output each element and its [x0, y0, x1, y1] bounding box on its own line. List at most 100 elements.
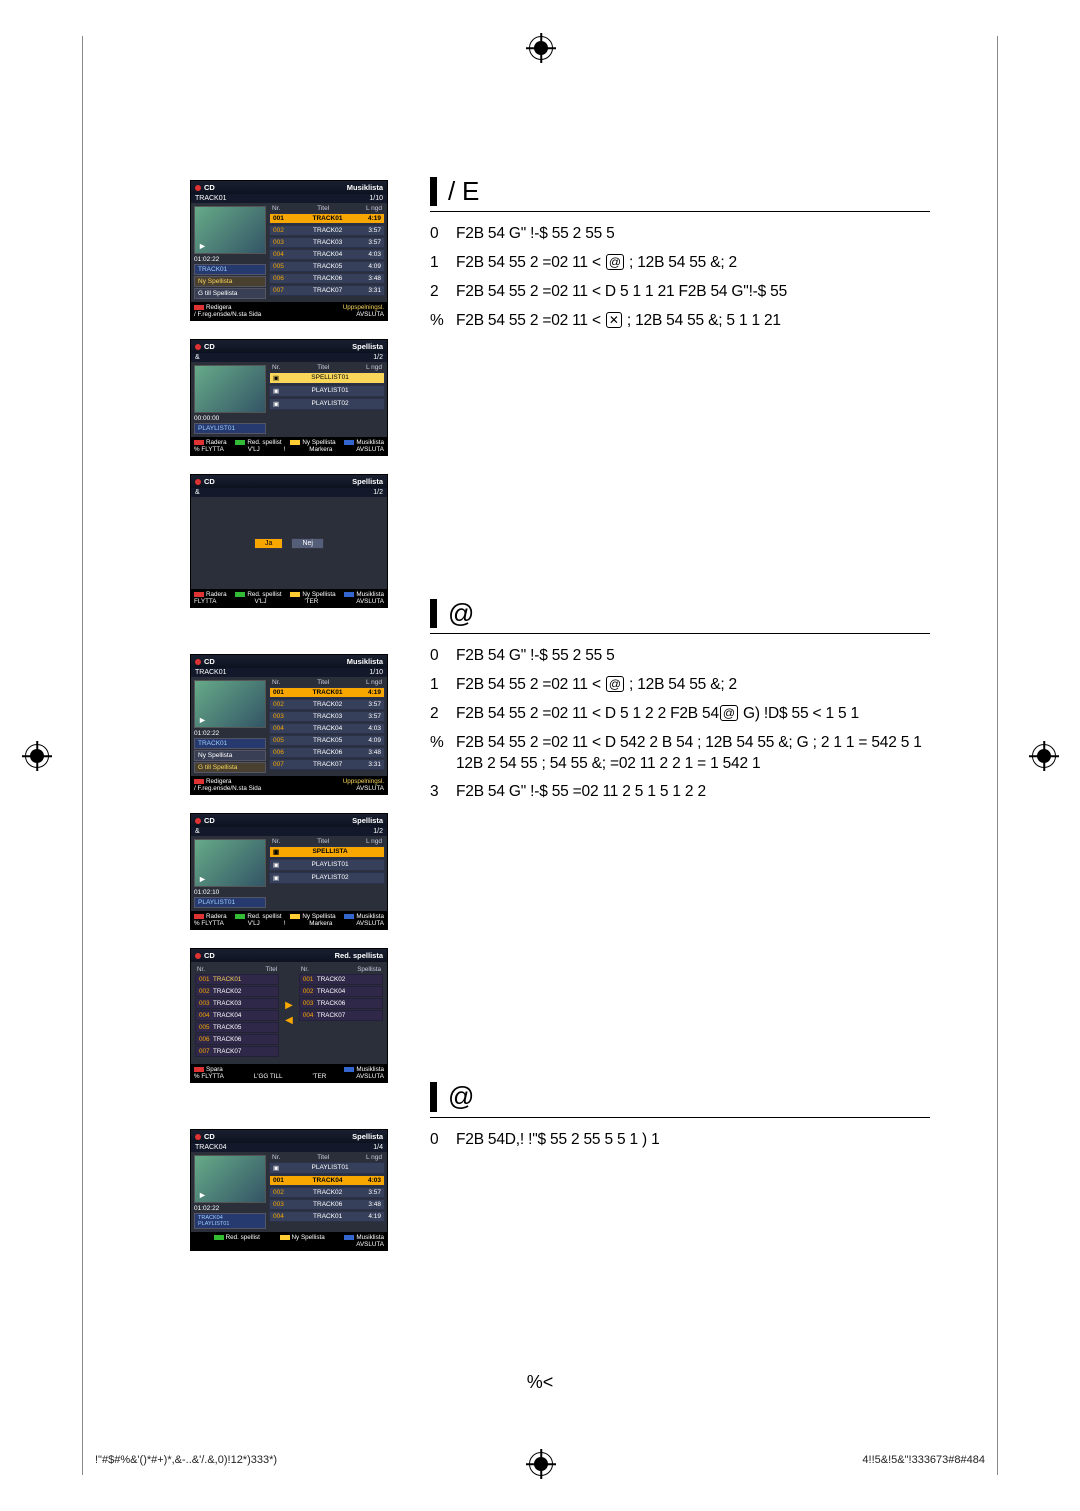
- dialog-ja-button[interactable]: Ja: [254, 538, 283, 549]
- fn-redspel[interactable]: Red. spellist: [226, 1234, 260, 1241]
- list-item[interactable]: 004TRACK07: [299, 1010, 383, 1021]
- folder-label: &: [195, 489, 200, 496]
- header-cd: CD: [204, 477, 215, 486]
- fn-ter[interactable]: 'TER: [304, 598, 318, 605]
- fn-musik[interactable]: Musiklista: [356, 439, 384, 446]
- header-cd: CD: [204, 951, 215, 960]
- fn-vlj[interactable]: V'LJ: [248, 446, 260, 453]
- track-highlight: TRACK01: [194, 738, 266, 749]
- table-row[interactable]: ▣SPELLIST01: [269, 372, 385, 384]
- dialog-nej-button[interactable]: Nej: [291, 538, 324, 549]
- list-item[interactable]: 001TRACK02: [299, 974, 383, 985]
- fn-radera[interactable]: Radera: [206, 913, 227, 920]
- table-row[interactable]: 005TRACK054:09: [269, 261, 385, 272]
- table-row[interactable]: 006TRACK063:48: [269, 747, 385, 758]
- table-row[interactable]: ▣PLAYLIST01: [269, 1162, 385, 1174]
- fn-radera[interactable]: Radera: [206, 591, 227, 598]
- fn-avsluta[interactable]: AVSLUTA: [356, 311, 384, 318]
- fn-avsluta[interactable]: AVSLUTA: [356, 598, 384, 605]
- action-gtill[interactable]: G till Spellista: [194, 288, 266, 299]
- list-item[interactable]: 002TRACK02: [195, 986, 279, 997]
- fn-avsluta[interactable]: AVSLUTA: [356, 1241, 384, 1248]
- fn-radera[interactable]: Radera: [206, 439, 227, 446]
- action-gtill[interactable]: G till Spellista: [194, 762, 266, 773]
- screen-spellista-3: CD Spellista TRACK04 1/4 ► 01:02:22 TRAC…: [190, 1129, 388, 1251]
- action-pl01[interactable]: PLAYLIST01: [194, 423, 266, 434]
- list-item[interactable]: 006TRACK06: [195, 1034, 279, 1045]
- table-row[interactable]: ▣PLAYLIST02: [269, 398, 385, 410]
- fn-markera[interactable]: Markera: [309, 446, 332, 453]
- fn-ter[interactable]: 'TER: [312, 1073, 326, 1080]
- table-row[interactable]: 002TRACK023:57: [269, 225, 385, 236]
- fn-musik[interactable]: Musiklista: [356, 1234, 384, 1241]
- table-row[interactable]: ▣SPELLISTA: [269, 846, 385, 858]
- th-nr: Nr.: [272, 838, 280, 845]
- table-row[interactable]: 001TRACK044:03: [269, 1175, 385, 1186]
- table-row[interactable]: ▣PLAYLIST02: [269, 872, 385, 884]
- fn-vlj[interactable]: V'LJ: [248, 920, 260, 927]
- table-row[interactable]: 005TRACK054:09: [269, 735, 385, 746]
- fn-upps[interactable]: Uppspelningsl.: [343, 304, 384, 311]
- fn-musik[interactable]: Musiklista: [356, 1066, 384, 1073]
- table-row[interactable]: 007TRACK073:31: [269, 285, 385, 296]
- fn-nyspel[interactable]: Ny Spellista: [302, 439, 335, 446]
- fn-avsluta[interactable]: AVSLUTA: [356, 1073, 384, 1080]
- list-item[interactable]: 004TRACK04: [195, 1010, 279, 1021]
- fn-redigera[interactable]: Redigera: [206, 778, 232, 785]
- fn-nyspel[interactable]: Ny Spellista: [302, 591, 335, 598]
- table-row[interactable]: 002TRACK023:57: [269, 699, 385, 710]
- fn-vlj[interactable]: V'LJ: [254, 598, 266, 605]
- arrow-right-icon[interactable]: ▶: [285, 1000, 293, 1011]
- fn-redigera[interactable]: Redigera: [206, 304, 232, 311]
- action-ny-spellista[interactable]: Ny Spellista: [194, 276, 266, 287]
- fn-musik[interactable]: Musiklista: [356, 591, 384, 598]
- table-row[interactable]: 004TRACK014:19: [269, 1211, 385, 1222]
- action-nyspel[interactable]: Ny Spellista: [194, 750, 266, 761]
- table-row[interactable]: 007TRACK073:31: [269, 759, 385, 770]
- table-row[interactable]: 004TRACK044:03: [269, 723, 385, 734]
- section-1: / E 0F2B 54 G" !-$ 55 2 55 51F2B 54 55 2…: [430, 174, 930, 332]
- fn-redspel[interactable]: Red. spellist: [247, 591, 281, 598]
- list-item[interactable]: 002TRACK04: [299, 986, 383, 997]
- fn-musik[interactable]: Musiklista: [356, 913, 384, 920]
- registration-mark: [529, 1452, 553, 1476]
- fn-avsluta[interactable]: AVSLUTA: [356, 446, 384, 453]
- table-row[interactable]: 006TRACK063:48: [269, 273, 385, 284]
- screenshot-column: CD Musiklista TRACK01 1/10 ► 01:02:22 TR…: [190, 180, 390, 1269]
- list-item[interactable]: 001TRACK01: [195, 974, 279, 985]
- action-pl01[interactable]: PLAYLIST01: [194, 897, 266, 908]
- fn-avsluta[interactable]: AVSLUTA: [356, 920, 384, 927]
- table-row[interactable]: 004TRACK044:03: [269, 249, 385, 260]
- table-row[interactable]: 002TRACK023:57: [269, 1187, 385, 1198]
- fn-redspel[interactable]: Red. spellist: [247, 913, 281, 920]
- section-title-1: / E: [430, 174, 930, 212]
- list-item[interactable]: 005TRACK05: [195, 1022, 279, 1033]
- header-mode: Spellista: [352, 477, 383, 486]
- count: 1/10: [369, 669, 383, 676]
- list-item[interactable]: 007TRACK07: [195, 1046, 279, 1057]
- fn-lggtill[interactable]: L'GG TILL: [254, 1073, 283, 1080]
- fn-upps[interactable]: Uppspelningsl.: [343, 778, 384, 785]
- table-row[interactable]: ▣PLAYLIST01: [269, 859, 385, 871]
- arrow-left-icon[interactable]: ◀: [285, 1015, 293, 1026]
- fn-redspel[interactable]: Red. spellist: [247, 439, 281, 446]
- instruction-step: 0F2B 54D,! !"$ 55 2 55 5 5 1 ) 1: [430, 1130, 930, 1151]
- th-spel: Spellista: [357, 966, 381, 973]
- table-row[interactable]: 001TRACK014:19: [269, 687, 385, 698]
- table-row[interactable]: ▣PLAYLIST01: [269, 385, 385, 397]
- fn-nyspel[interactable]: Ny Spellista: [292, 1234, 325, 1241]
- fn-nyspel[interactable]: Ny Spellista: [302, 913, 335, 920]
- fn-avsluta[interactable]: AVSLUTA: [356, 785, 384, 792]
- table-row[interactable]: 003TRACK063:48: [269, 1199, 385, 1210]
- table-row[interactable]: 001TRACK014:19: [269, 213, 385, 224]
- list-item[interactable]: 003TRACK06: [299, 998, 383, 1009]
- table-row[interactable]: 003TRACK033:57: [269, 711, 385, 722]
- th-nr: Nr.: [272, 1154, 280, 1161]
- fn-markera[interactable]: Markera: [309, 920, 332, 927]
- list-item[interactable]: 003TRACK03: [195, 998, 279, 1009]
- table-row[interactable]: 003TRACK033:57: [269, 237, 385, 248]
- fn-spara[interactable]: Spara: [206, 1066, 223, 1073]
- th-langd: L ngd: [366, 364, 382, 371]
- th-nr: Nr.: [272, 679, 280, 686]
- instruction-step: 1F2B 54 55 2 =02 11 < @ ; 12B 54 55 &; 2: [430, 675, 930, 696]
